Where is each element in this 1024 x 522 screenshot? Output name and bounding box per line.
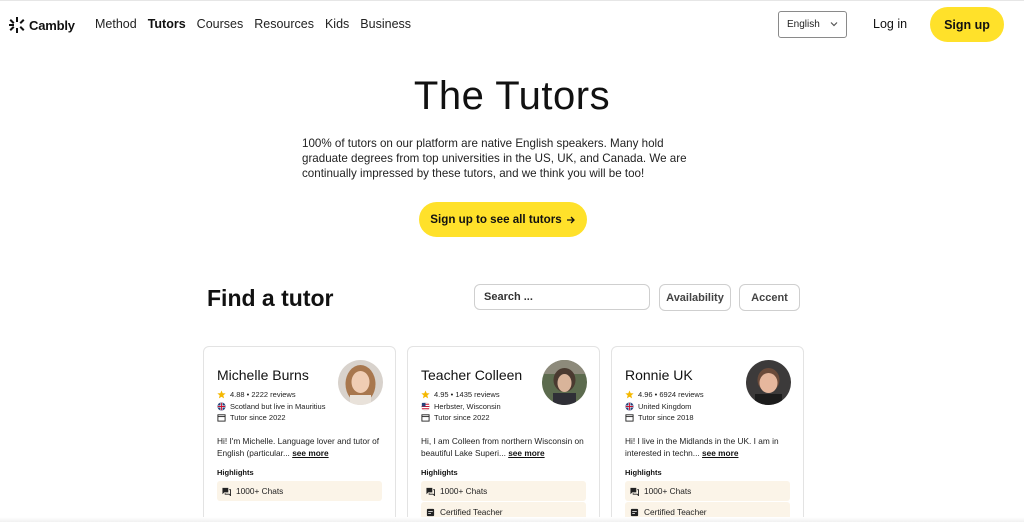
tutor-photo (338, 360, 383, 405)
see-more-link[interactable]: see more (702, 448, 738, 458)
highlights-label: Highlights (625, 468, 662, 477)
calendar-icon (421, 414, 430, 422)
certificate-icon (630, 508, 639, 516)
search-input[interactable]: Search ... (474, 284, 650, 310)
arrow-right-icon (566, 216, 575, 223)
language-select-value: English (787, 19, 820, 30)
tutor-rating: 4.95 • 1435 reviews (421, 390, 500, 399)
cambly-logo-icon (9, 17, 25, 33)
see-more-link[interactable]: see more (292, 448, 328, 458)
tutor-location: United Kingdom (625, 402, 691, 411)
nav-item-kids[interactable]: Kids (325, 17, 349, 31)
tutor-name: Michelle Burns (217, 367, 309, 383)
tutor-since: Tutor since 2018 (625, 413, 694, 422)
chat-icon (222, 487, 231, 496)
highlights-label: Highlights (421, 468, 458, 477)
chevron-down-icon (830, 22, 838, 27)
chat-icon (426, 487, 435, 496)
logo[interactable]: Cambly (9, 16, 75, 34)
tutor-bio: Hi! I live in the Midlands in the UK. I … (625, 436, 779, 458)
tutor-card[interactable]: Michelle Burns 4.88 • 2222 reviews Scotl… (203, 346, 396, 522)
tutor-avatar (338, 360, 383, 405)
tutor-avatar (746, 360, 791, 405)
tutor-name: Teacher Colleen (421, 367, 523, 383)
page-title: The Tutors (413, 74, 611, 118)
star-icon (217, 390, 226, 399)
language-select[interactable]: English (778, 11, 847, 38)
see-more-link[interactable]: see more (508, 448, 544, 458)
find-tutor-title: Find a tutor (207, 285, 334, 311)
certificate-icon (426, 508, 435, 516)
nav-item-business[interactable]: Business (360, 17, 411, 31)
login-link[interactable]: Log in (873, 17, 907, 31)
tutor-card[interactable]: Teacher Colleen 4.95 • 1435 reviews Herb… (407, 346, 600, 522)
star-icon (421, 390, 430, 399)
uk-flag-icon (217, 402, 226, 411)
availability-filter-button[interactable]: Availability (659, 284, 731, 311)
calendar-icon (625, 414, 634, 422)
signup-see-tutors-button[interactable]: Sign up to see all tutors (419, 202, 587, 237)
hero-description: 100% of tutors on our platform are nativ… (302, 137, 687, 180)
highlights-label: Highlights (217, 468, 254, 477)
signup-button[interactable]: Sign up (930, 7, 1004, 42)
main-nav: Method Tutors Courses Resources Kids Bus… (95, 17, 411, 31)
tutor-card[interactable]: Ronnie UK 4.96 • 6924 reviews United Kin… (611, 346, 804, 522)
tutor-since: Tutor since 2022 (217, 413, 286, 422)
us-flag-icon (421, 402, 430, 411)
nav-item-tutors[interactable]: Tutors (148, 17, 186, 31)
nav-item-resources[interactable]: Resources (254, 17, 314, 31)
star-icon (625, 390, 634, 399)
nav-item-courses[interactable]: Courses (197, 17, 244, 31)
highlight-item: 1000+ Chats (217, 481, 382, 501)
tutor-bio: Hi, I am Colleen from northern Wisconsin… (421, 436, 584, 458)
tutor-photo (542, 360, 587, 405)
tutor-rating: 4.96 • 6924 reviews (625, 390, 704, 399)
highlight-item: 1000+ Chats (625, 481, 790, 501)
tutor-avatar (542, 360, 587, 405)
site-header: Cambly Method Tutors Courses Resources K… (0, 0, 1024, 48)
page-bottom-edge (0, 517, 1024, 522)
chat-icon (630, 487, 639, 496)
tutor-bio: Hi! I'm Michelle. Language lover and tut… (217, 436, 380, 458)
calendar-icon (217, 414, 226, 422)
nav-item-method[interactable]: Method (95, 17, 137, 31)
search-placeholder: Search ... (484, 291, 533, 303)
tutor-photo (746, 360, 791, 405)
tutor-since: Tutor since 2022 (421, 413, 490, 422)
tutor-rating: 4.88 • 2222 reviews (217, 390, 296, 399)
accent-filter-button[interactable]: Accent (739, 284, 800, 311)
uk-flag-icon (625, 402, 634, 411)
logo-text: Cambly (29, 17, 75, 33)
tutor-location: Scotland but live in Mauritius (217, 402, 325, 411)
cta-label: Sign up to see all tutors (430, 213, 562, 226)
tutor-location: Herbster, Wisconsin (421, 402, 501, 411)
highlight-item: 1000+ Chats (421, 481, 586, 501)
tutor-name: Ronnie UK (625, 367, 693, 383)
